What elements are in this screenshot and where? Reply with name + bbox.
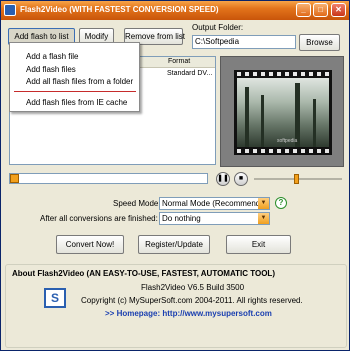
- progress-thumb[interactable]: [10, 174, 19, 183]
- preview-image: softpedia: [237, 78, 329, 147]
- volume-slider[interactable]: [254, 174, 342, 184]
- speed-mode-label: Speed Mode:: [113, 199, 161, 208]
- video-preview: softpedia: [220, 56, 344, 167]
- speed-mode-select[interactable]: Normal Mode (Recommend) ▼: [159, 197, 270, 210]
- chevron-down-icon[interactable]: ▼: [258, 213, 269, 224]
- convert-now-button[interactable]: Convert Now!: [56, 235, 124, 254]
- register-update-button[interactable]: Register/Update: [138, 235, 210, 254]
- minimize-button[interactable]: _: [296, 3, 311, 17]
- about-title: About Flash2Video (AN EASY-TO-USE, FASTE…: [12, 269, 275, 278]
- speed-mode-value: Normal Mode (Recommend): [162, 199, 263, 208]
- close-button[interactable]: ✕: [331, 3, 346, 17]
- help-icon[interactable]: ?: [275, 197, 287, 209]
- pause-button[interactable]: ❚❚: [216, 172, 230, 186]
- after-conversion-label: After all conversions are finished:: [40, 214, 158, 223]
- browse-button[interactable]: Browse: [299, 34, 340, 51]
- film-perforations-bottom: [237, 149, 329, 153]
- add-flash-menu: Add a flash file Add flash files Add all…: [9, 42, 140, 112]
- menu-item-add-from-ie-cache[interactable]: Add flash files from IE cache: [26, 98, 127, 107]
- homepage-label: >> Homepage:: [105, 309, 161, 318]
- exit-button[interactable]: Exit: [226, 235, 291, 254]
- title-bar[interactable]: Flash2Video (WITH FASTEST CONVERSION SPE…: [1, 1, 349, 20]
- version-text: Flash2Video V6.5 Build 3500: [141, 283, 245, 292]
- chevron-down-icon[interactable]: ▼: [258, 198, 269, 209]
- copyright-text: Copyright (c) MySuperSoft.com 2004-2011.…: [81, 296, 303, 305]
- tree-trunk: [261, 95, 264, 147]
- output-folder-label: Output Folder:: [192, 23, 244, 32]
- file-list-format-cell[interactable]: Standard DV...: [167, 70, 212, 77]
- maximize-button[interactable]: □: [313, 3, 328, 17]
- stop-icon: ■: [238, 175, 244, 182]
- main-window: Flash2Video (WITH FASTEST CONVERSION SPE…: [0, 0, 350, 351]
- playback-progress-bar[interactable]: [9, 173, 208, 184]
- menu-item-add-a-flash-file[interactable]: Add a flash file: [26, 52, 78, 61]
- after-conversion-select[interactable]: Do nothing ▼: [159, 212, 270, 225]
- menu-item-add-flash-files[interactable]: Add flash files: [26, 65, 76, 74]
- app-icon: [4, 4, 16, 16]
- after-conversion-value: Do nothing: [162, 214, 201, 223]
- window-title: Flash2Video (WITH FASTEST CONVERSION SPE…: [20, 5, 219, 14]
- homepage-link[interactable]: http://www.mysupersoft.com: [162, 309, 272, 318]
- film-perforations-top: [237, 72, 329, 76]
- about-panel: About Flash2Video (AN EASY-TO-USE, FASTE…: [5, 264, 347, 348]
- film-frame: softpedia: [234, 70, 332, 155]
- column-header-format[interactable]: Format: [168, 58, 190, 65]
- preview-caption: softpedia: [277, 138, 298, 144]
- pause-icon: ❚❚: [217, 175, 229, 182]
- homepage-row: >> Homepage: http://www.mysupersoft.com: [105, 309, 272, 318]
- menu-separator: [14, 91, 136, 92]
- stop-button[interactable]: ■: [234, 172, 248, 186]
- logo-icon: [44, 288, 66, 308]
- menu-item-add-from-folder[interactable]: Add all flash files from a folder: [26, 77, 133, 86]
- output-folder-field[interactable]: C:\Softpedia: [192, 35, 296, 49]
- volume-thumb[interactable]: [294, 174, 299, 184]
- tree-trunk: [245, 87, 249, 147]
- tree-trunk: [313, 99, 316, 147]
